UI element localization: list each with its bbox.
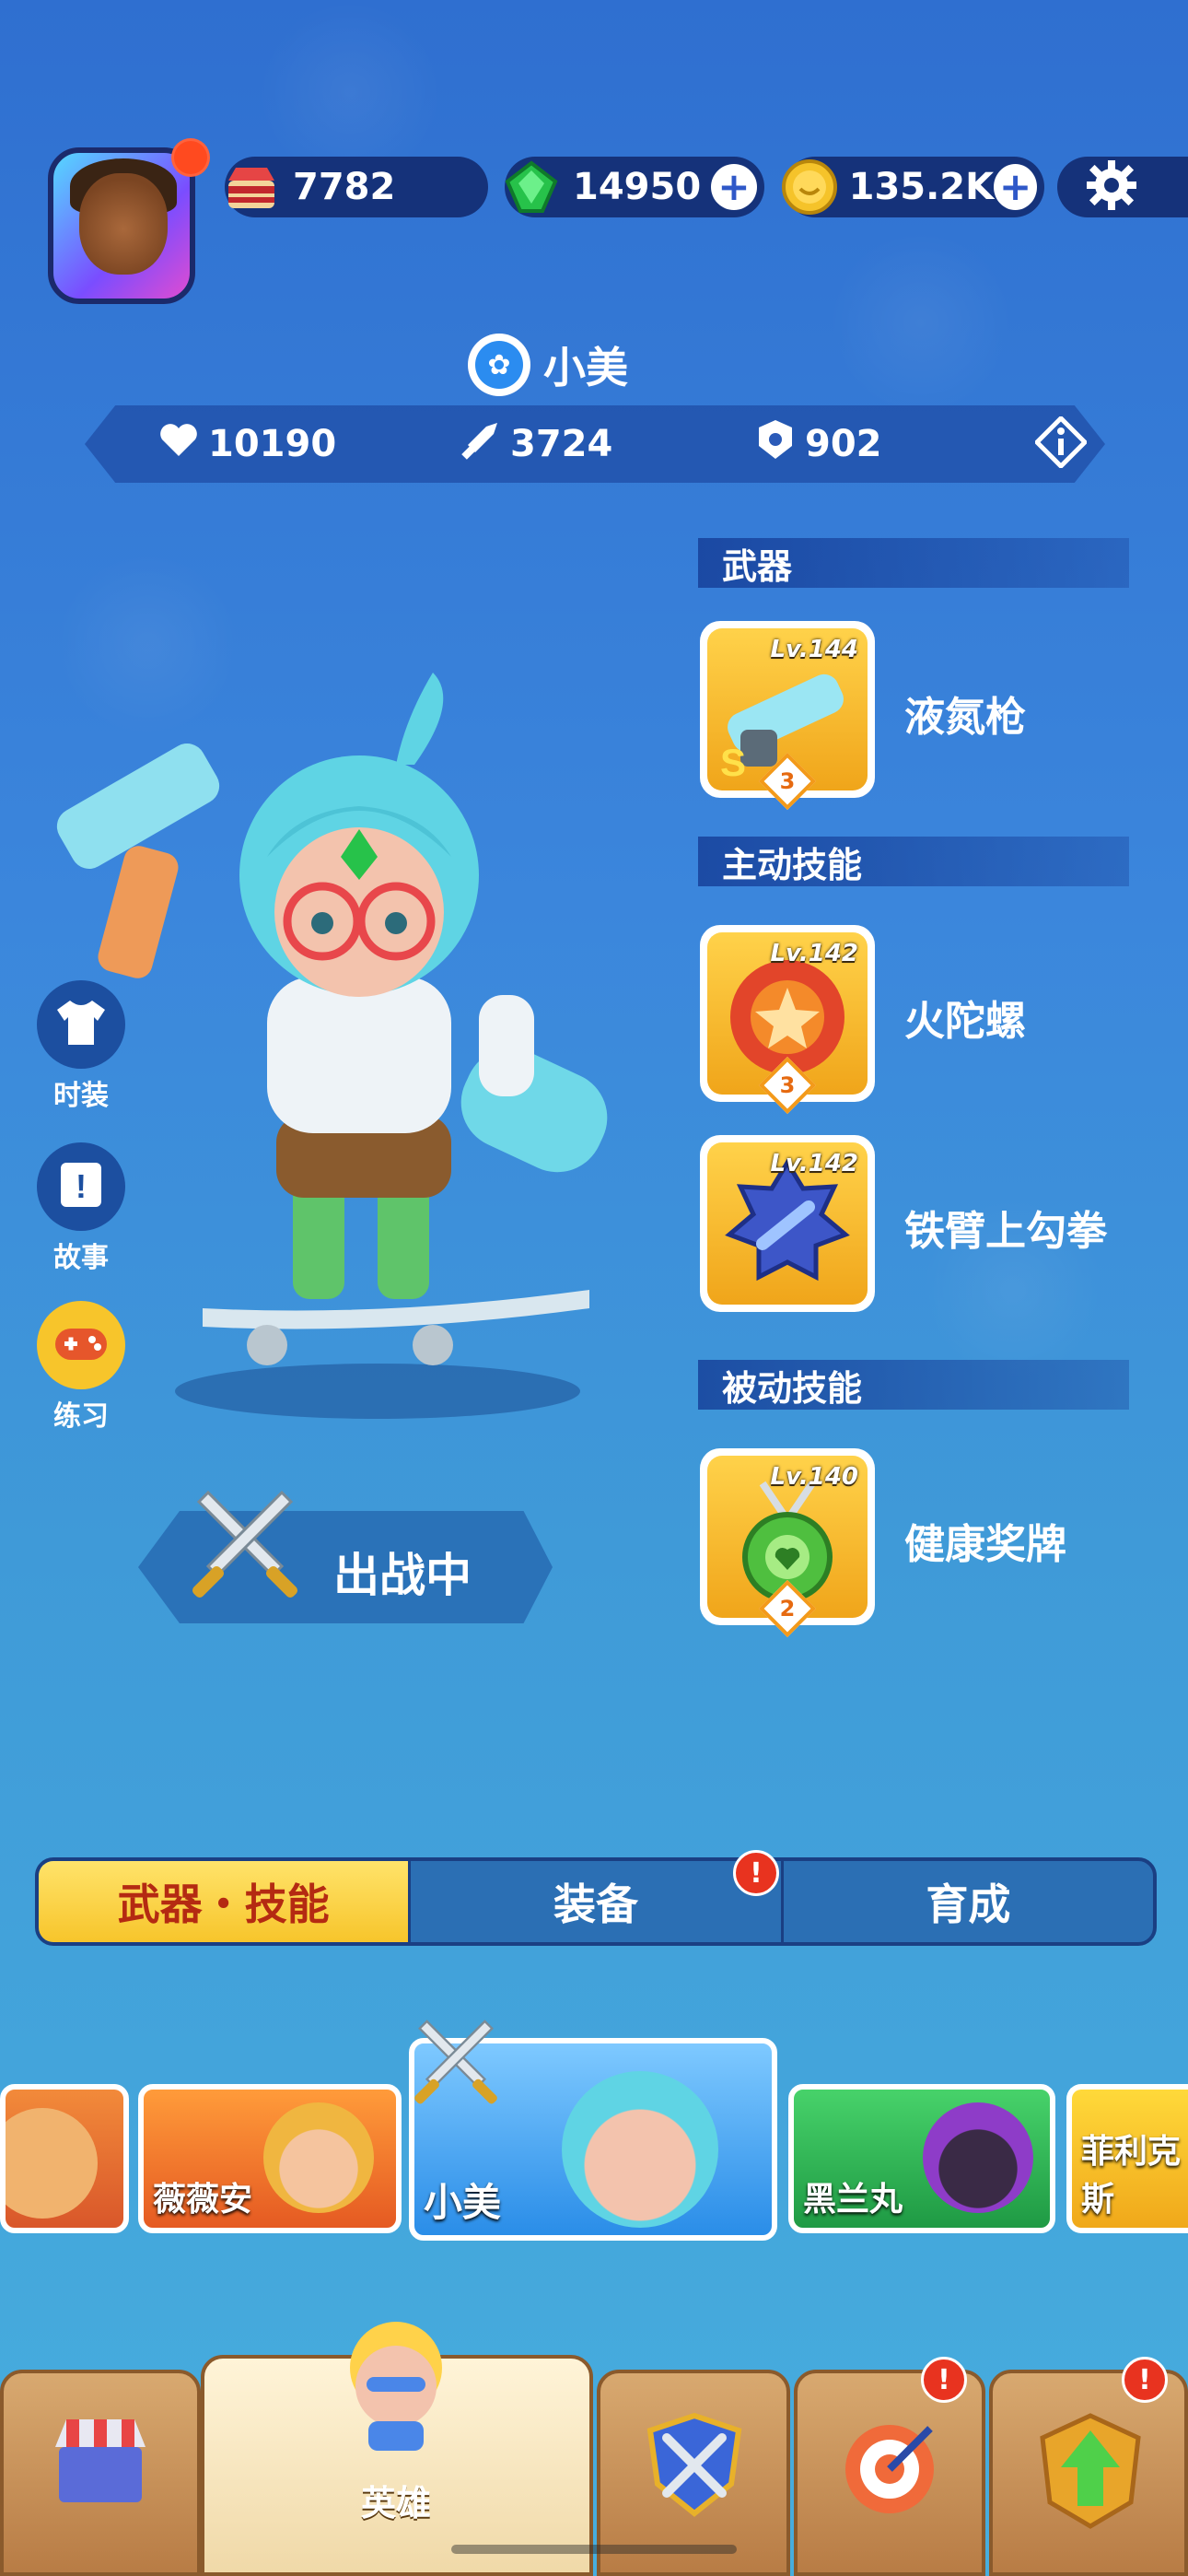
hp-value: 10190 [208, 423, 337, 465]
tab-equipment[interactable]: 装备 [411, 1861, 784, 1942]
target-alert-badge: ! [921, 2357, 967, 2403]
hero-stats-bar: 10190 3724 902 [85, 405, 1105, 483]
deploy-status-label: 出战中 [333, 1549, 472, 1602]
shirt-icon [53, 997, 109, 1052]
hero-class-icon: ✿ [468, 334, 530, 396]
nav-heroes-label: 英雄 [361, 2483, 432, 2523]
active-skill-card-1[interactable]: Lv.142 3 [700, 925, 875, 1115]
coins-value: 135.2K [848, 166, 995, 208]
passive-skill-card[interactable]: Lv.140 2 [700, 1448, 875, 1638]
add-gems-button[interactable]: + [711, 164, 757, 210]
hero-card-partial[interactable]: 菲利克斯 [1066, 2084, 1188, 2233]
costume-button[interactable] [37, 980, 125, 1069]
hero-card-name: 小美 [424, 2180, 502, 2225]
nav-target[interactable] [794, 2370, 985, 2576]
coins-counter[interactable]: 135.2K + [781, 157, 1044, 217]
crossed-swords-icon [405, 2014, 507, 2119]
gear-icon [1085, 158, 1138, 216]
target-icon [834, 2414, 945, 2528]
active-skill-name-1: 火陀螺 [904, 998, 1026, 1045]
gamepad-icon [52, 1321, 111, 1369]
heart-icon [158, 421, 199, 467]
gems-value: 14950 [573, 166, 702, 208]
story-label: 故事 [53, 1242, 109, 1274]
skill-level: Lv.142 [770, 1150, 858, 1177]
player-avatar[interactable] [48, 147, 195, 304]
tab-weapon-skills[interactable]: 武器・技能 [39, 1861, 412, 1942]
costume-label: 时装 [53, 1080, 109, 1112]
hero-card[interactable]: 黑兰丸 [788, 2084, 1055, 2233]
upgrade-alert-badge: ! [1122, 2357, 1168, 2403]
hero-nav-icon [332, 2313, 460, 2454]
nav-upgrade[interactable] [989, 2370, 1188, 2576]
notification-dot [171, 138, 210, 177]
hero-card[interactable]: 薇薇安 [138, 2084, 402, 2233]
active-skill-section-header: 主动技能 [698, 837, 1129, 886]
gem-icon [499, 155, 564, 219]
settings-button[interactable] [1057, 157, 1188, 217]
stamina-counter[interactable]: 7782 [225, 157, 488, 217]
tab-growth[interactable]: 育成 [784, 1861, 1153, 1942]
weapon-skill-name: 液氮枪 [904, 694, 1026, 741]
weapon-section-header: 武器 [698, 538, 1129, 588]
upgrade-arrow-icon [1035, 2410, 1146, 2534]
home-indicator [451, 2545, 737, 2554]
hero-card-name: 薇薇安 [153, 2181, 253, 2219]
gems-counter[interactable]: 14950 + [505, 157, 764, 217]
info-icon[interactable] [1033, 415, 1089, 470]
practice-label: 练习 [53, 1400, 109, 1433]
attack-value: 3724 [510, 423, 613, 465]
skill-level: Lv.140 [770, 1463, 858, 1491]
shop-icon [50, 2410, 151, 2515]
passive-skill-name: 健康奖牌 [904, 1521, 1066, 1568]
skill-level: Lv.144 [770, 636, 858, 663]
nav-shop[interactable] [0, 2370, 201, 2576]
svg-text:S: S [720, 741, 746, 784]
story-button[interactable]: ! [37, 1142, 125, 1231]
cake-icon [219, 155, 284, 219]
active-skill-name-2: 铁臂上勾拳 [904, 1208, 1107, 1255]
shield-icon [755, 418, 796, 470]
hero-detail-tabs: 武器・技能 装备 育成 [35, 1857, 1157, 1946]
background-decoration [829, 230, 1013, 415]
svg-text:!: ! [76, 1167, 87, 1205]
defense-stat: 902 [755, 418, 882, 470]
skill-level: Lv.142 [770, 940, 858, 967]
coin-icon [779, 155, 840, 219]
add-coins-button[interactable]: + [994, 164, 1037, 210]
hero-name: 小美 [543, 343, 628, 392]
hero-name-header: ✿ 小美 [468, 334, 628, 396]
equipment-alert-badge: ! [733, 1850, 779, 1896]
sword-icon [460, 419, 501, 469]
battle-shield-icon [639, 2410, 750, 2524]
practice-button[interactable] [37, 1301, 125, 1389]
passive-skill-section-header: 被动技能 [698, 1360, 1129, 1410]
active-skill-card-2[interactable]: Lv.142 [700, 1135, 875, 1312]
defense-value: 902 [805, 423, 882, 465]
hero-card-name: 菲利克斯 [1081, 2133, 1182, 2219]
hp-stat: 10190 [158, 421, 336, 467]
story-icon: ! [53, 1157, 109, 1216]
crossed-swords-icon [181, 1483, 309, 1616]
hero-card-name: 黑兰丸 [803, 2181, 903, 2219]
stamina-value: 7782 [293, 166, 396, 208]
hero-card-partial[interactable] [0, 2084, 129, 2233]
attack-stat: 3724 [460, 419, 612, 469]
weapon-skill-card[interactable]: S Lv.144 3 [700, 621, 875, 811]
